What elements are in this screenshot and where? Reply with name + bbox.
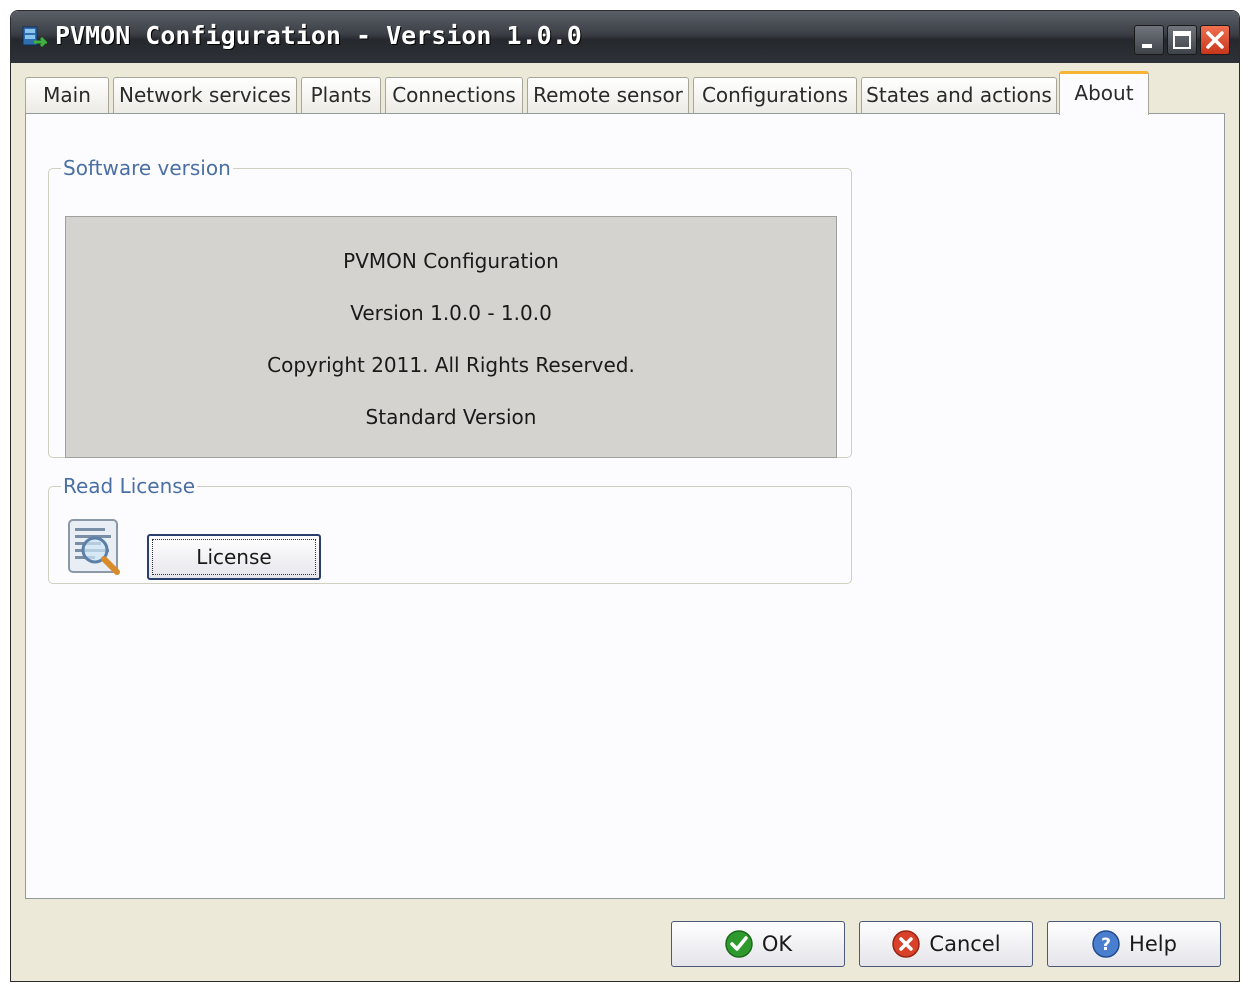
- document-magnifier-icon: [68, 519, 120, 575]
- help-button[interactable]: ? Help: [1047, 921, 1221, 967]
- ok-button-label: OK: [761, 932, 793, 956]
- read-license-legend: Read License: [63, 474, 196, 498]
- svg-text:?: ?: [1101, 935, 1111, 955]
- app-icon: [22, 26, 47, 48]
- tab-content-about: Software version PVMON Configuration Ver…: [25, 113, 1225, 899]
- product-name-text: PVMON Configuration: [343, 249, 559, 273]
- cancel-button-label: Cancel: [929, 932, 1001, 956]
- cancel-icon: [892, 930, 921, 958]
- tab-configurations[interactable]: Configurations: [693, 77, 857, 113]
- checkmark-icon: [725, 930, 753, 958]
- minimize-button[interactable]: [1134, 25, 1164, 55]
- window-title: PVMON Configuration - Version 1.0.0: [55, 21, 582, 50]
- minimize-icon: [1142, 44, 1152, 48]
- tab-main[interactable]: Main: [25, 77, 109, 113]
- version-text: Version 1.0.0 - 1.0.0: [350, 301, 552, 325]
- copyright-text: Copyright 2011. All Rights Reserved.: [267, 353, 635, 377]
- tab-about[interactable]: About: [1059, 71, 1149, 115]
- close-icon: [1206, 31, 1224, 49]
- read-license-group: Read License License: [48, 474, 852, 584]
- main-window: PVMON Configuration - Version 1.0.0 Main…: [10, 10, 1240, 982]
- tab-plants[interactable]: Plants: [301, 77, 381, 113]
- title-bar[interactable]: PVMON Configuration - Version 1.0.0: [11, 11, 1239, 63]
- maximize-icon: [1173, 31, 1191, 49]
- tab-strip: Main Network services Plants Connections…: [25, 71, 1225, 115]
- software-version-legend: Software version: [63, 156, 231, 180]
- software-version-group: Software version PVMON Configuration Ver…: [48, 156, 852, 458]
- license-button[interactable]: License: [147, 534, 321, 580]
- ok-button[interactable]: OK: [671, 921, 845, 967]
- cancel-button[interactable]: Cancel: [859, 921, 1033, 967]
- help-icon: ?: [1092, 930, 1120, 958]
- maximize-button[interactable]: [1167, 25, 1197, 55]
- close-button[interactable]: [1200, 25, 1230, 55]
- tab-remote-sensor[interactable]: Remote sensor: [527, 77, 689, 113]
- tab-states-and-actions[interactable]: States and actions: [861, 77, 1057, 113]
- version-info-box: PVMON Configuration Version 1.0.0 - 1.0.…: [65, 216, 837, 458]
- help-button-label: Help: [1129, 932, 1177, 956]
- license-button-label: License: [196, 545, 272, 569]
- tab-network-services[interactable]: Network services: [113, 77, 297, 113]
- tab-connections[interactable]: Connections: [385, 77, 523, 113]
- edition-text: Standard Version: [365, 405, 537, 429]
